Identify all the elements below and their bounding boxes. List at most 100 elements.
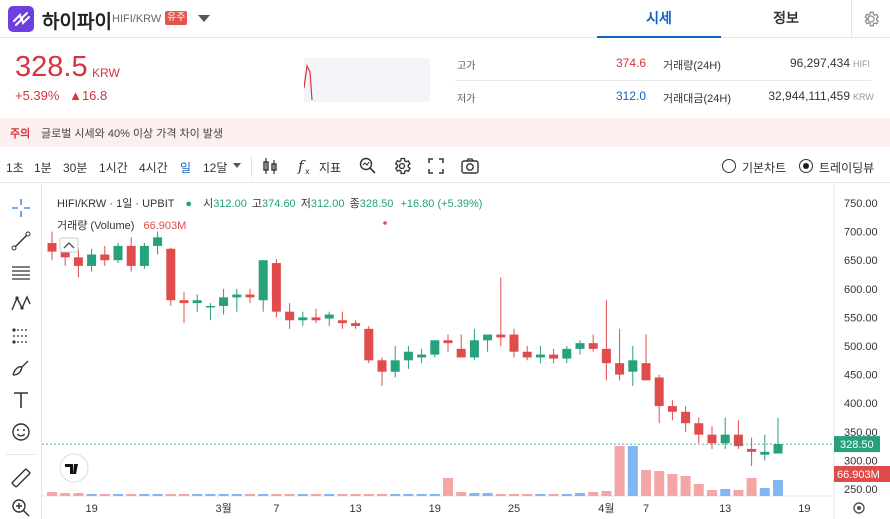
candle-body (337, 320, 347, 324)
crosshair-icon[interactable] (9, 196, 33, 220)
fullscreen-icon[interactable] (426, 156, 446, 176)
volume-bar (86, 494, 97, 496)
candle-body (179, 300, 189, 304)
candle-body (694, 423, 704, 435)
amount-unit: KRW (853, 92, 874, 102)
volume-bar (152, 494, 163, 496)
volume-bar (390, 494, 401, 496)
interval-1s[interactable]: 1초 (6, 159, 24, 176)
legend-close: 328.50 (359, 198, 394, 210)
text-tool-icon[interactable] (9, 388, 33, 412)
indicator-button[interactable]: 지표 (319, 159, 341, 176)
interval-1m[interactable]: 1분 (34, 159, 52, 176)
legend-change: +16.80 (+5.39%) (400, 198, 483, 210)
x-tick-label: 7 (643, 503, 649, 515)
legend-high-label: 고 (251, 198, 263, 210)
gear-hub (857, 506, 861, 510)
candle-body (443, 340, 453, 344)
y-tick-label: 450.00 (844, 370, 878, 382)
basic-chart-radio[interactable] (722, 159, 736, 173)
emoji-icon[interactable] (9, 420, 33, 444)
pattern-icon[interactable] (9, 292, 33, 316)
function-icon[interactable]: fx (295, 156, 315, 176)
volume-bar (403, 494, 414, 496)
volume-bar (469, 493, 480, 496)
interval-12mo[interactable]: 12달 (203, 159, 227, 176)
chevron-down-icon[interactable] (233, 163, 241, 168)
interval-1d[interactable]: 일 (180, 159, 191, 176)
low-label: 저가 (457, 94, 476, 105)
gear-icon[interactable] (392, 156, 412, 176)
divider (6, 454, 36, 455)
candle-body (364, 328, 374, 361)
candle-body (166, 248, 176, 301)
trend-line-icon[interactable] (9, 229, 33, 253)
compare-search-icon[interactable] (358, 156, 378, 176)
y-tick-label: 600.00 (844, 284, 878, 296)
y-tick-label: 250.00 (844, 484, 878, 496)
price-change: +5.39% ▲16.8 (15, 88, 107, 103)
basic-chart-label[interactable]: 기본차트 (742, 159, 786, 176)
ruler-icon[interactable] (9, 466, 33, 490)
volume-bar (165, 494, 176, 496)
divider (251, 157, 252, 177)
volume-bar (271, 494, 282, 496)
volume-bar (456, 492, 467, 496)
tab-info[interactable]: 정보 (721, 0, 851, 38)
volume-bar (773, 480, 783, 496)
settings-button[interactable] (851, 0, 890, 38)
volume-bar (73, 493, 84, 496)
tab-quote[interactable]: 시세 (597, 0, 721, 38)
candle-body (377, 360, 387, 372)
volume-legend: 거래량 (Volume) 66.903M (57, 217, 186, 233)
divider (455, 80, 871, 81)
marker-dot (383, 221, 387, 225)
x-tick-label: 13 (719, 503, 731, 515)
volume-value: 66.903M (143, 220, 187, 232)
candle-body (720, 434, 730, 444)
x-tick-label: 4월 (598, 502, 614, 515)
interval-4h[interactable]: 4시간 (139, 159, 168, 176)
tradingview-logo-icon (59, 453, 89, 483)
gear-icon (853, 502, 865, 514)
volume-bar (99, 494, 110, 496)
header: 하이파이 HIFI/KRW 유주 시세 정보 (0, 0, 890, 38)
candle-body (430, 340, 440, 355)
x-tick-label: 19 (798, 503, 810, 515)
x-tick-label: 25 (508, 503, 520, 515)
legend-high: 374.60 (262, 198, 296, 210)
volume-bar (535, 494, 546, 496)
zoom-in-icon[interactable] (9, 496, 33, 519)
interval-1h[interactable]: 1시간 (99, 159, 128, 176)
chevron-down-icon[interactable] (198, 15, 210, 22)
camera-icon[interactable] (460, 156, 480, 176)
volume-bar (482, 493, 493, 496)
drawing-toolbar (0, 184, 42, 519)
volume-bar (522, 494, 533, 496)
change-percent: +5.39% (15, 88, 60, 103)
candle-type-icon[interactable] (260, 156, 280, 176)
eye-icon[interactable]: ● (185, 198, 192, 210)
volume-bar (179, 494, 189, 496)
sparkline (303, 58, 430, 102)
candle-body (747, 448, 757, 452)
candle-body (469, 340, 479, 358)
volume-bar (509, 494, 519, 496)
interval-30m[interactable]: 30분 (63, 159, 87, 176)
brush-icon[interactable] (9, 356, 33, 380)
candle-body (271, 263, 281, 312)
chevron-bg (59, 237, 79, 253)
volume-bar (350, 494, 361, 496)
tradingview-label[interactable]: 트레이딩뷰 (819, 159, 874, 176)
position-tool-icon[interactable] (9, 324, 33, 348)
volume-bar (337, 494, 348, 496)
candle-body (509, 334, 519, 352)
volume-bar (377, 494, 387, 496)
candle-body (522, 351, 532, 358)
tradingview-radio[interactable] (799, 159, 813, 173)
candle-body (417, 354, 427, 358)
price-chart[interactable]: 750.00 700.00 650.00 600.00 550.00 500.00 450.… (42, 184, 890, 519)
candle (271, 259, 281, 318)
candle (139, 243, 149, 269)
fib-lines-icon[interactable] (9, 261, 33, 285)
